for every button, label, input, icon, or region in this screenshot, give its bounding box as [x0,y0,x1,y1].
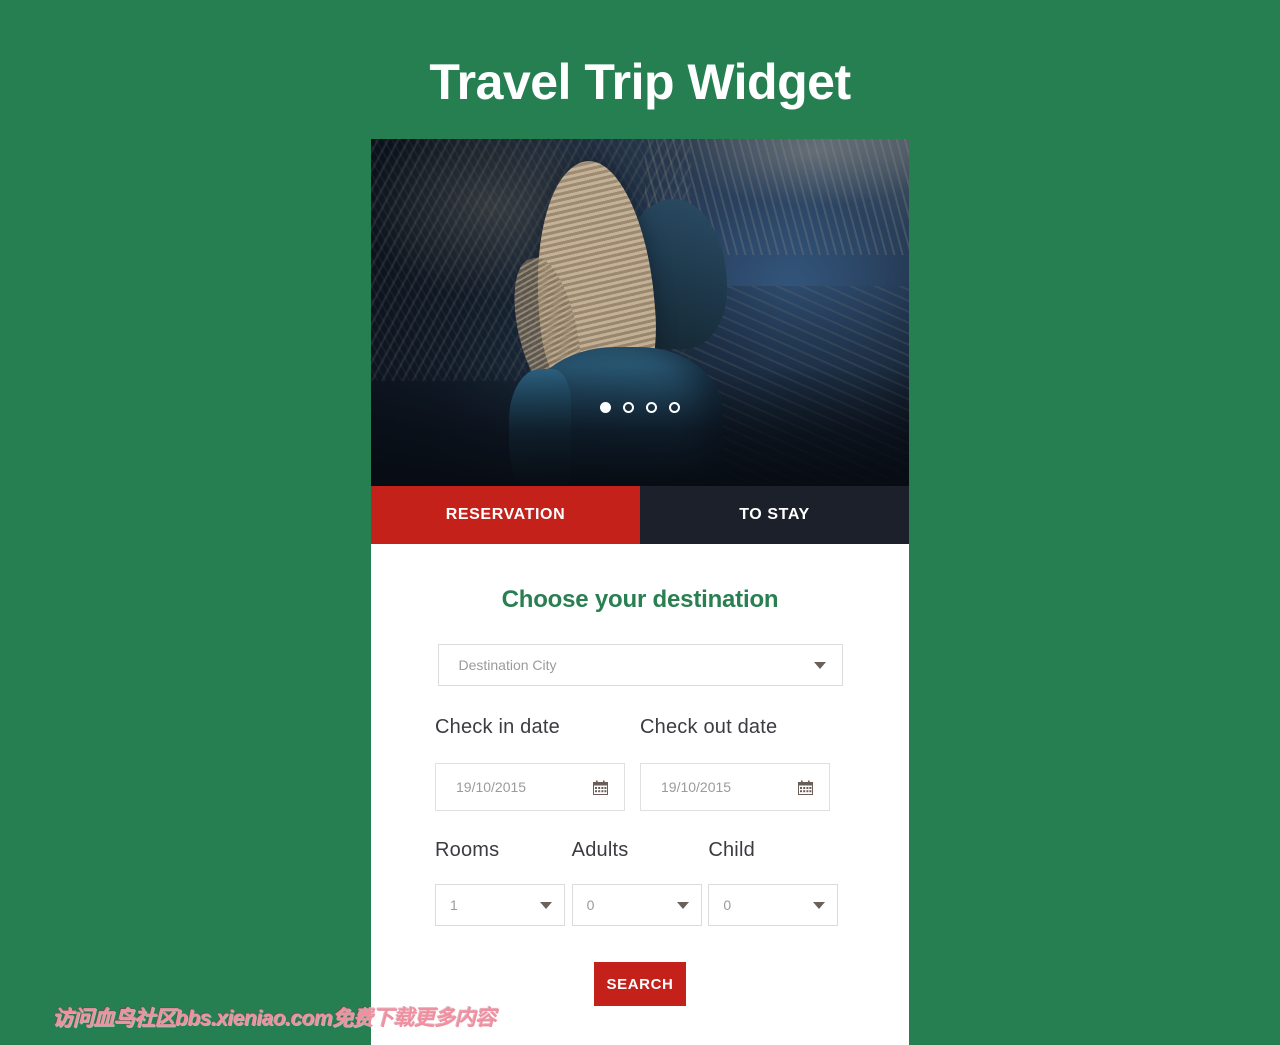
carousel-dot-3[interactable] [646,402,657,413]
carousel-dots [371,402,909,413]
search-row: SEARCH [435,962,845,1006]
chevron-down-icon [813,661,826,669]
tab-to-stay[interactable]: TO STAY [640,486,909,544]
guest-row: Rooms 1 Adults 0 Child 0 [435,839,845,926]
adults-column: Adults 0 [571,839,709,926]
calendar-icon[interactable] [798,780,813,795]
child-select[interactable]: 0 [708,884,839,926]
chevron-down-icon [813,901,826,909]
carousel-dot-4[interactable] [669,402,680,413]
adults-label: Adults [571,839,629,861]
child-column: Child 0 [708,839,845,926]
check-out-label: Check out date [640,716,778,738]
chevron-down-icon [676,901,689,909]
carousel-dot-1[interactable] [600,402,611,413]
date-row: Check in date 19/10/2015 Check out date … [435,716,845,811]
hero-foreground-shadow [371,366,909,486]
tab-reservation[interactable]: RESERVATION [371,486,640,544]
rooms-label: Rooms [435,839,500,861]
calendar-icon[interactable] [593,780,608,795]
search-button[interactable]: SEARCH [594,962,686,1006]
reservation-form: Choose your destination Destination City… [371,544,909,1006]
carousel-hero [371,139,909,486]
carousel-dot-2[interactable] [623,402,634,413]
rooms-select[interactable]: 1 [435,884,565,926]
check-in-column: Check in date 19/10/2015 [435,716,640,811]
check-out-column: Check out date 19/10/2015 [640,716,845,811]
check-out-date-input[interactable]: 19/10/2015 [640,763,830,811]
check-in-date-input[interactable]: 19/10/2015 [435,763,625,811]
widget-tabs: RESERVATION TO STAY [371,486,909,544]
page-title: Travel Trip Widget [429,54,851,110]
child-label: Child [708,839,755,861]
adults-value: 0 [586,897,595,913]
check-in-date-value: 19/10/2015 [456,779,527,795]
adults-select[interactable]: 0 [571,884,702,926]
check-out-date-value: 19/10/2015 [661,779,732,795]
rooms-value: 1 [450,897,458,913]
check-in-label: Check in date [435,716,560,738]
form-heading: Choose your destination [501,586,779,613]
hero-image [371,139,909,486]
destination-city-value: Destination City [458,657,557,673]
chevron-down-icon [540,901,552,909]
destination-city-select[interactable]: Destination City [437,644,843,686]
child-value: 0 [723,897,732,913]
travel-widget-card: RESERVATION TO STAY Choose your destinat… [371,139,909,1045]
rooms-column: Rooms 1 [435,839,572,926]
